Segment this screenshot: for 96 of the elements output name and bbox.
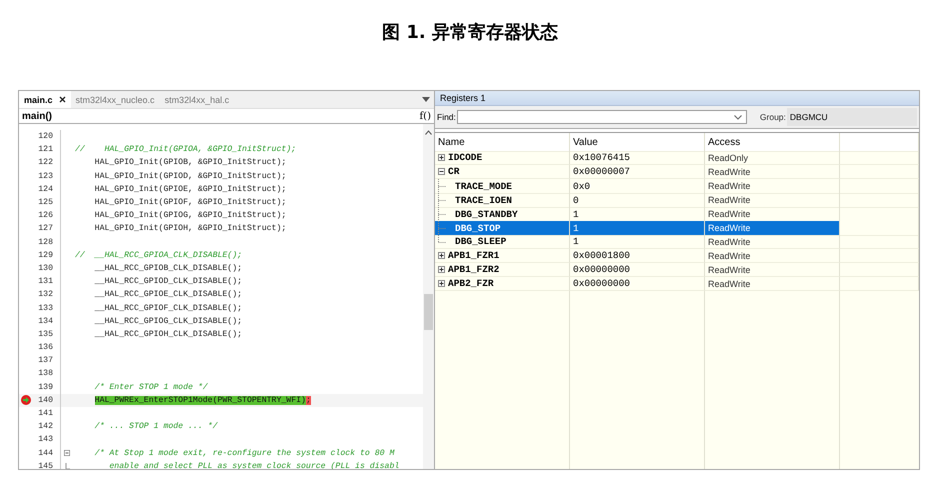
- code-line: HAL_GPIO_Init(GPIOE, &GPIO_InitStruct);: [94, 184, 286, 194]
- figure-title: 图 1. 异常寄存器状态: [381, 21, 559, 45]
- register-name[interactable]: TRACE_MODE: [455, 180, 512, 192]
- line-number: 129: [37, 250, 53, 260]
- register-access: ReadWrite: [705, 263, 840, 277]
- chevron-icon[interactable]: [734, 114, 742, 120]
- register-name[interactable]: DBG_SLEEP: [455, 236, 506, 247]
- function-list-button[interactable]: f(): [419, 110, 431, 122]
- expand-icon[interactable]: [438, 280, 445, 287]
- file-tab[interactable]: main.c: [19, 91, 71, 108]
- register-value: 0x00000000: [570, 263, 705, 277]
- register-value: 0x0: [570, 179, 705, 194]
- register-access: ReadWrite: [705, 235, 840, 249]
- find-field[interactable]: [456, 110, 747, 124]
- register-access: ReadWrite: [705, 179, 840, 194]
- collapse-icon[interactable]: [438, 168, 445, 175]
- panel-title: Registers 1: [435, 91, 919, 106]
- line-number: 123: [37, 172, 53, 181]
- line-number: 143: [37, 435, 53, 444]
- register-value: 1: [570, 221, 705, 236]
- register-value: 0x00001800: [570, 249, 705, 263]
- register-access: ReadWrite: [705, 193, 840, 208]
- expand-icon[interactable]: [438, 266, 445, 273]
- line-number: 134: [37, 316, 53, 326]
- register-name[interactable]: CR: [448, 166, 460, 177]
- code-comment: // HAL_GPIO_Init(GPIOA, &GPIO_InitStruct);: [74, 145, 296, 154]
- register-access: ReadOnly: [705, 151, 840, 165]
- line-number: 139: [37, 382, 53, 392]
- code-line: __HAL_RCC_GPIOE_CLK_DISABLE();: [94, 290, 242, 300]
- column-header[interactable]: Name: [435, 133, 570, 152]
- code-comment: /* At Stop 1 mode exit, re-configure the system clock to 80 M: [94, 448, 394, 458]
- line-number: 133: [37, 304, 53, 313]
- column-header[interactable]: Access: [705, 133, 840, 152]
- register-name[interactable]: APB1_FZR2: [448, 264, 500, 275]
- code-line: HAL_GPIO_Init(GPIOH, &GPIO_InitStruct);: [94, 224, 286, 234]
- register-access: ReadWrite: [705, 165, 840, 179]
- register-access: ReadWrite: [705, 221, 840, 236]
- code-comment: /* Enter STOP 1 mode */: [94, 382, 208, 392]
- line-number: 125: [37, 198, 53, 208]
- scrollbar-thumb[interactable]: [424, 294, 433, 330]
- line-number: 138: [37, 369, 53, 378]
- line-number: 145: [37, 462, 53, 469]
- line-number: 142: [37, 422, 53, 432]
- code-line: __HAL_RCC_GPIOD_CLK_DISABLE();: [94, 277, 242, 286]
- line-number: 144: [37, 448, 53, 458]
- register-name[interactable]: DBG_STANDBY: [455, 208, 518, 220]
- line-number: 128: [37, 238, 53, 247]
- register-value: 0: [570, 193, 705, 208]
- code-line: HAL_GPIO_Init(GPIOB, &GPIO_InitStruct);: [94, 158, 286, 168]
- register-value: 1: [570, 235, 705, 249]
- code-line: __HAL_RCC_GPIOF_CLK_DISABLE();: [94, 304, 242, 313]
- line-number: 121: [37, 145, 53, 154]
- register-access: ReadWrite: [705, 249, 840, 263]
- register-name[interactable]: APB1_FZR1: [448, 250, 500, 261]
- line-number: 141: [37, 409, 53, 418]
- code-line: HAL_GPIO_Init(GPIOG, &GPIO_InitStruct);: [94, 211, 286, 220]
- scroll-up-icon[interactable]: [425, 130, 432, 135]
- line-number: 120: [37, 132, 53, 142]
- breakpoint-arrow-icon: [21, 395, 31, 406]
- expand-icon[interactable]: [438, 154, 445, 161]
- find-label: Find:: [437, 112, 456, 122]
- register-access: ReadWrite: [705, 277, 840, 291]
- register-name[interactable]: TRACE_IOEN: [455, 194, 512, 206]
- register-name[interactable]: IDCODE: [448, 152, 482, 163]
- highlighted-statement: HAL_PWREx_EnterSTOP1Mode(PWR_STOPENTRY_WFI): [94, 396, 306, 405]
- line-number: 126: [37, 211, 53, 220]
- line-number: 135: [37, 330, 53, 339]
- line-number: 131: [37, 277, 53, 286]
- error-marker: ;: [306, 396, 311, 405]
- scrollbar[interactable]: [423, 124, 434, 469]
- dropdown-icon[interactable]: [422, 97, 430, 102]
- line-number: 140: [37, 396, 53, 405]
- function-name[interactable]: main(): [22, 110, 52, 122]
- code-line: HAL_GPIO_Init(GPIOD, &GPIO_InitStruct);: [94, 172, 286, 181]
- close-icon[interactable]: [58, 96, 66, 103]
- line-number: 127: [37, 224, 53, 234]
- line-number: 132: [37, 290, 53, 300]
- register-value: 0x00000000: [570, 277, 705, 291]
- line-number: 130: [37, 264, 53, 273]
- code-line: __HAL_RCC_GPIOB_CLK_DISABLE();: [94, 264, 242, 273]
- line-number: 137: [37, 356, 53, 366]
- code-comment: /* ... STOP 1 mode ... */: [94, 422, 218, 432]
- code-line: __HAL_RCC_GPIOH_CLK_DISABLE();: [94, 330, 242, 339]
- column-header[interactable]: Value: [570, 133, 705, 152]
- code-comment: // __HAL_RCC_GPIOA_CLK_DISABLE();: [74, 250, 242, 260]
- code-line: HAL_GPIO_Init(GPIOF, &GPIO_InitStruct);: [94, 198, 286, 208]
- code-line: __HAL_RCC_GPIOG_CLK_DISABLE();: [94, 316, 242, 326]
- group-field: DBGMCU: [786, 108, 917, 126]
- register-value: 0x00000007: [570, 165, 705, 179]
- register-name[interactable]: APB2_FZR: [448, 278, 494, 289]
- line-number: 122: [37, 158, 53, 168]
- expand-icon[interactable]: [438, 252, 445, 259]
- line-number: 124: [37, 184, 53, 194]
- group-label: Group:: [760, 112, 786, 122]
- register-value: 0x10076415: [570, 151, 705, 165]
- line-number: 136: [37, 343, 53, 352]
